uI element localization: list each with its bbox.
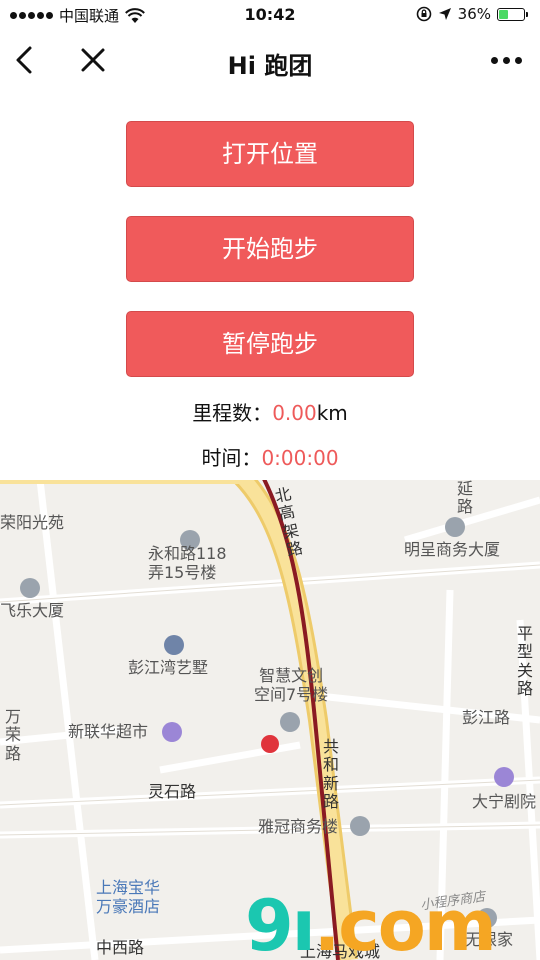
map-label-yonghe: 永和路118 弄15号楼 [148, 544, 227, 583]
page-title: Hi 跑团 [227, 52, 313, 80]
music-icon[interactable] [494, 767, 514, 787]
map-label-wanrong-road: 万荣路 [4, 707, 21, 763]
nav-bar: Hi 跑团 [0, 30, 540, 90]
shopping-cart-icon[interactable] [162, 722, 182, 742]
map-label-rongyang: 荣阳光苑 [0, 513, 65, 532]
map-label-lingshi-road: 灵石路 [148, 782, 197, 801]
current-location-marker [261, 735, 279, 753]
time-stat: 时间：0:00:00 [0, 442, 540, 471]
distance-label: 里程数： [192, 401, 273, 425]
orientation-lock-icon [416, 6, 431, 22]
battery-icon [497, 7, 528, 21]
map-label-zhihui: 智慧文创 空间7号楼 [254, 666, 329, 705]
building-icon[interactable] [20, 578, 40, 598]
status-bar: 中国联通 10:42 36% [0, 0, 540, 30]
map-label-gonghe-road: 共和新路 [322, 737, 339, 812]
time-label: 时间： [201, 446, 262, 470]
open-location-button[interactable]: 打开位置 [126, 121, 414, 187]
distance-unit: km [316, 401, 348, 425]
map-label-yan-road: 延路 [456, 480, 473, 517]
status-right: 36% [416, 5, 528, 23]
map-label-pingxing-road: 平型关路 [516, 624, 533, 699]
map-label-daning-theater: 大宁剧院 [472, 792, 537, 811]
map-label-pengjiang-road: 彭江路 [462, 708, 511, 727]
building-icon[interactable] [280, 712, 300, 732]
distance-stat: 里程数：0.00km [0, 397, 540, 426]
map-label-mingcheng: 明呈商务大厦 [404, 540, 501, 559]
building-icon[interactable] [445, 517, 465, 537]
start-run-button[interactable]: 开始跑步 [126, 216, 414, 282]
pause-run-button[interactable]: 暂停跑步 [126, 311, 414, 377]
bank-icon[interactable] [164, 635, 184, 655]
more-icon[interactable] [486, 50, 526, 70]
location-arrow-icon [438, 8, 451, 20]
map-label-pengjiang-villa: 彭江湾艺墅 [128, 658, 209, 677]
map-label-baohua: 上海宝华 万豪酒店 [96, 878, 161, 917]
map-label-yaguan: 雅冠商务楼 [258, 817, 339, 836]
distance-value: 0.00 [272, 401, 317, 425]
map-label-zhongxi-road: 中西路 [96, 938, 145, 957]
battery-percent: 36% [457, 5, 491, 23]
building-icon[interactable] [350, 816, 370, 836]
map-label-feile: 飞乐大厦 [0, 601, 65, 620]
map-label-xinlianhua: 新联华超市 [68, 722, 149, 741]
time-value: 0:00:00 [261, 446, 339, 470]
map-view[interactable]: 荣阳光苑 永和路118 弄15号楼 飞乐大厦 彭江湾艺墅 万荣路 新联华超市 智… [0, 480, 540, 960]
